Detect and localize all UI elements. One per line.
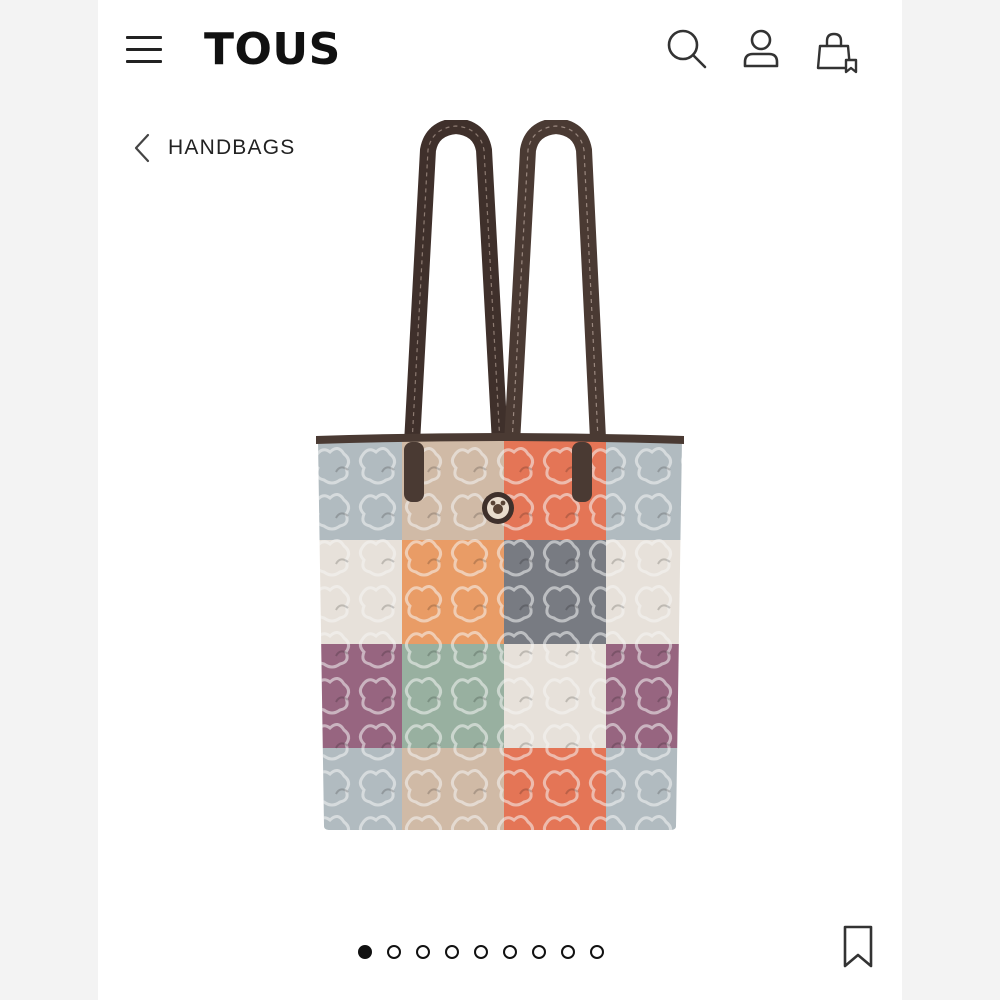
- carousel-dot[interactable]: [503, 945, 517, 959]
- user-icon[interactable]: [738, 26, 784, 72]
- breadcrumb-label: HANDBAGS: [168, 136, 296, 159]
- carousel-dot[interactable]: [387, 945, 401, 959]
- carousel-dot[interactable]: [532, 945, 546, 959]
- product-image[interactable]: [310, 120, 704, 840]
- menu-icon[interactable]: [126, 36, 162, 64]
- brand-logo[interactable]: TOUS: [204, 22, 341, 78]
- chevron-left-icon: [134, 133, 150, 163]
- bookmark-icon[interactable]: [840, 924, 876, 970]
- carousel-dots: [358, 943, 604, 961]
- carousel-dot[interactable]: [561, 945, 575, 959]
- carousel-dot[interactable]: [590, 945, 604, 959]
- breadcrumb[interactable]: HANDBAGS: [132, 130, 295, 166]
- search-icon[interactable]: [664, 26, 710, 72]
- shopping-bag-icon[interactable]: [814, 30, 860, 76]
- carousel-dot[interactable]: [474, 945, 488, 959]
- carousel-dot[interactable]: [358, 945, 372, 959]
- product-page: TOUS HANDBAGS: [98, 0, 902, 1000]
- carousel-dot[interactable]: [445, 945, 459, 959]
- carousel-dot[interactable]: [416, 945, 430, 959]
